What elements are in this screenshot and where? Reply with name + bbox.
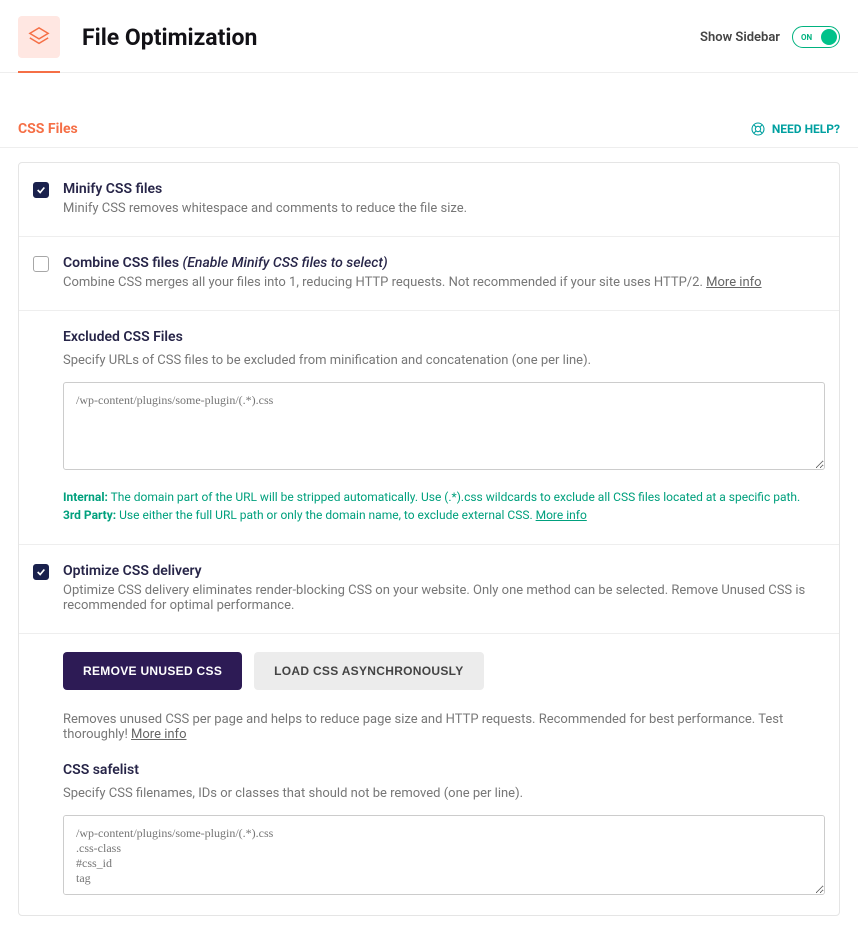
safelist-textarea[interactable] [63, 815, 825, 895]
optimize-desc: Optimize CSS delivery eliminates render-… [63, 583, 825, 613]
option-optimize: Optimize CSS delivery Optimize CSS deliv… [19, 545, 839, 634]
excluded-title: Excluded CSS Files [63, 329, 825, 345]
load-css-async-button[interactable]: LOAD CSS ASYNCHRONOUSLY [254, 652, 483, 690]
combine-title-text: Combine CSS files [63, 255, 179, 271]
safelist-desc: Specify CSS filenames, IDs or classes th… [63, 786, 825, 801]
combine-checkbox[interactable] [33, 256, 49, 272]
minify-checkbox[interactable] [33, 182, 49, 198]
optimize-sub-section: REMOVE UNUSED CSS LOAD CSS ASYNCHRONOUSL… [19, 634, 839, 915]
hint-internal-label: Internal: [63, 490, 108, 504]
excluded-css-section: Excluded CSS Files Specify URLs of CSS f… [19, 311, 839, 545]
need-help-label: NEED HELP? [772, 122, 840, 136]
remove-unused-css-button[interactable]: REMOVE UNUSED CSS [63, 652, 242, 690]
optimize-content: Optimize CSS delivery Optimize CSS deliv… [63, 563, 825, 613]
excluded-more-info[interactable]: More info [536, 508, 587, 522]
life-ring-icon [750, 121, 766, 137]
hint-3rd-text: Use either the full URL path or only the… [116, 508, 532, 522]
css-options-panel: Minify CSS files Minify CSS removes whit… [18, 162, 840, 916]
optimize-title: Optimize CSS delivery [63, 563, 825, 579]
option-combine: Combine CSS files (Enable Minify CSS fil… [19, 237, 839, 311]
combine-content: Combine CSS files (Enable Minify CSS fil… [63, 255, 825, 290]
option-minify: Minify CSS files Minify CSS removes whit… [19, 163, 839, 237]
show-sidebar-toggle[interactable]: ON [792, 26, 840, 48]
toggle-on-label: ON [801, 33, 812, 42]
minify-content: Minify CSS files Minify CSS removes whit… [63, 181, 825, 216]
combine-desc: Combine CSS merges all your files into 1… [63, 275, 825, 290]
minify-desc: Minify CSS removes whitespace and commen… [63, 201, 825, 216]
layers-icon [18, 16, 60, 58]
combine-title: Combine CSS files (Enable Minify CSS fil… [63, 255, 825, 271]
combine-desc-text: Combine CSS merges all your files into 1… [63, 275, 703, 290]
combine-more-info[interactable]: More info [706, 275, 761, 290]
excluded-textarea[interactable] [63, 382, 825, 470]
combine-note: (Enable Minify CSS files to select) [183, 255, 388, 271]
minify-title: Minify CSS files [63, 181, 825, 197]
excluded-desc: Specify URLs of CSS files to be excluded… [63, 353, 825, 368]
header-actions: Show Sidebar ON [700, 26, 840, 48]
hint-internal-text: The domain part of the URL will be strip… [108, 490, 800, 504]
hint-3rd-label: 3rd Party: [63, 508, 116, 522]
toggle-knob [821, 29, 837, 45]
optimize-more-info[interactable]: More info [131, 727, 186, 742]
optimize-buttons: REMOVE UNUSED CSS LOAD CSS ASYNCHRONOUSL… [63, 652, 825, 690]
section-header: CSS Files NEED HELP? [0, 73, 858, 148]
page-title: File Optimization [82, 24, 257, 51]
section-title: CSS Files [18, 121, 78, 137]
optimize-result-desc: Removes unused CSS per page and helps to… [63, 712, 825, 742]
tab-indicator [18, 71, 60, 73]
safelist-title: CSS safelist [63, 762, 825, 778]
need-help-link[interactable]: NEED HELP? [750, 121, 840, 137]
optimize-checkbox[interactable] [33, 564, 49, 580]
excluded-hint: Internal: The domain part of the URL wil… [63, 488, 825, 524]
show-sidebar-label: Show Sidebar [700, 30, 780, 45]
page-header: File Optimization Show Sidebar ON [0, 0, 858, 73]
